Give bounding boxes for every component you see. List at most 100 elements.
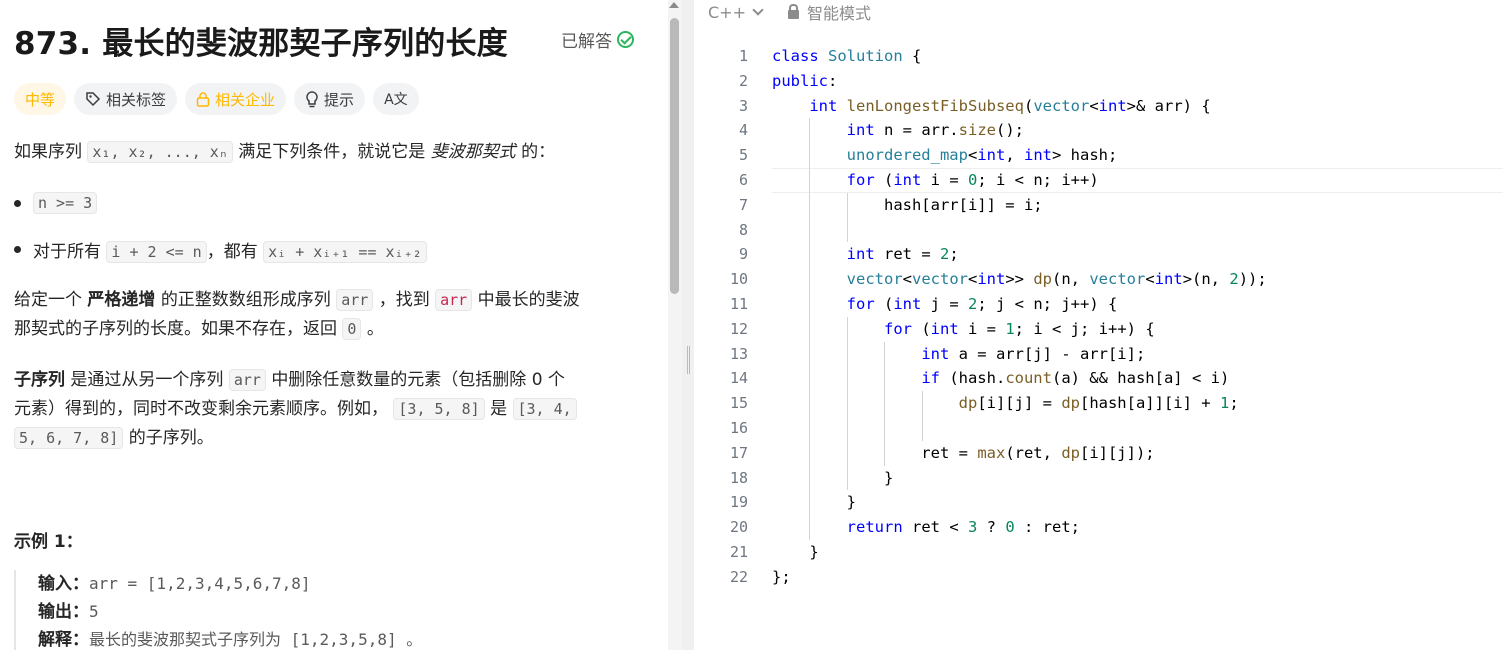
code-text: } [772,468,894,487]
code-line[interactable]: 2 public: [694,69,1503,94]
code-line[interactable]: 15 dp[i][j] = dp[hash[a]][i] + 1; [694,391,1503,416]
output-value: 5 [89,602,99,621]
input-label: 输入： [38,574,89,594]
line-number: 1 [738,47,748,65]
chevron-down-icon [752,3,764,16]
explain-value: 最长的斐波那契式子序列为 [1,2,3,5,8] 。 [89,630,423,649]
line-number: 5 [738,146,748,165]
arr-code: arr [228,369,266,391]
example-block: 输入：arr = [1,2,3,4,5,6,7,8] 输出：5 解释：最长的斐波… [14,570,422,650]
code-line[interactable]: 3 int lenLongestFibSubseq(vector<int>& a… [694,94,1503,119]
line-number: 11 [729,294,748,313]
difficulty-badge[interactable]: 中等 [14,83,67,115]
code-line[interactable]: 4 int n = arr.size(); [694,118,1503,144]
problem-title: 873. 最长的斐波那契子序列的长度 [14,26,508,62]
smart-mode-toggle[interactable]: 智能模式 [787,0,871,24]
code-line[interactable]: 21 } [694,540,1503,565]
code-line[interactable]: 16 [694,415,1503,441]
intro-paragraph: 如果序列 x₁, x₂, ..., xₙ 满足下列条件，就说它是 斐波那契式 的… [14,138,644,167]
example-title: 示例 1： [14,532,83,552]
hint-label: 提示 [324,90,355,109]
bullet-icon [14,246,21,253]
code-text: }; [772,567,791,586]
tag-icon [86,92,101,107]
code-text: unordered_map<int, int> hash; [846,146,1118,165]
lock-icon [787,3,799,19]
task-strong: 严格递增 [87,290,156,310]
code-text: if (hash.count(a) && hash[a] < i) [921,369,1230,388]
code-text: hash[arr[i]] = i; [772,195,1043,214]
line-number: 12 [729,319,748,338]
code-line[interactable]: 6 for (int i = 0; i < n; i++) [694,167,1503,193]
code-line[interactable]: 14 if (hash.count(a) && hash[a] < i) [694,366,1503,392]
code-line[interactable]: 12 for (int i = 1; i < j; i++) { [694,316,1503,342]
task-text-3: ，找到 [378,290,430,310]
language-select[interactable]: C++ [708,3,764,22]
line-number: 15 [729,394,748,413]
indent-guide [846,217,848,243]
indent-guide [809,415,811,441]
intro-term: 斐波那契式 [430,142,516,162]
problem-description-panel: 873. 最长的斐波那契子序列的长度 已解答 中等 相关标签 相关企业 提示 A… [0,0,668,650]
code-line[interactable]: 8 [694,217,1503,243]
sequence-code: x₁, x₂, ..., xₙ [87,141,233,163]
example-seq-code: [3, 4, [512,398,577,420]
code-text: vector<vector<int>> dp(n, vector<int>(n,… [846,270,1267,289]
code-line[interactable]: 9 int ret = 2; [694,242,1503,268]
line-number: 20 [729,518,748,537]
code-text: dp[i][j] = dp[hash[a]][i] + 1; [958,394,1239,413]
subseq-text-2: 中删除任意数量的元素（包括删除 0 个 [271,370,565,390]
line-number: 14 [729,369,748,388]
indent-guide [921,415,923,441]
related-tags-button[interactable]: 相关标签 [74,83,178,115]
translate-button[interactable]: A文 [373,83,419,115]
code-line[interactable]: 18 } [694,465,1503,491]
arr-code: arr [336,289,374,311]
example-output: 输出：5 [38,598,422,626]
code-editor-panel: C++ 智能模式 1 class Solution {2 public: 3 int … [694,0,1503,650]
code-text: public: [772,71,838,90]
panel-splitter[interactable] [682,0,694,650]
task-paragraph: 给定一个 严格递增 的正整数数组形成序列 arr ，找到 arr 中最长的斐波 … [14,286,644,344]
intro-middle: 满足下列条件，就说它是 [238,142,426,162]
indent-guide [846,415,848,441]
code-text: } [772,493,856,512]
condition-code: n >= 3 [33,192,98,214]
example-seq-code-cont: 5, 6, 7, 8] [14,427,124,449]
related-companies-button[interactable]: 相关企业 [185,83,287,115]
difficulty-label: 中等 [25,90,56,109]
drag-handle-icon[interactable] [687,346,690,374]
code-line[interactable]: 20 return ret < 3 ? 0 : ret; [694,515,1503,540]
code-line[interactable]: 22}; [694,565,1503,590]
condition-code-2: xᵢ + xᵢ₊₁ == xᵢ₊₂ [263,241,427,263]
example-input: 输入：arr = [1,2,3,4,5,6,7,8] [38,570,422,598]
code-line[interactable]: 1 class Solution { [694,44,1503,69]
intro-prefix: 如果序列 [14,142,82,162]
condition-code: i + 2 <= n [106,241,207,263]
related-tags-label: 相关标签 [106,90,167,109]
hint-button[interactable]: 提示 [294,83,366,115]
code-text: int a = arr[j] - arr[i]; [921,344,1146,363]
task-text-4: 中最长的斐波 [477,290,580,310]
code-line[interactable]: 7 hash[arr[i]] = i; [694,192,1503,218]
code-line[interactable]: 19 } [694,490,1503,516]
zero-code: 0 [342,318,362,340]
subsequence-paragraph: 子序列 是通过从另一个序列 arr 中删除任意数量的元素（包括删除 0 个 元素… [14,366,644,453]
intro-suffix: 的： [521,142,556,162]
example-subseq-code: [3, 5, 8] [393,398,485,420]
code-line[interactable]: 10 vector<vector<int>> dp(n, vector<int>… [694,267,1503,292]
output-label: 输出： [38,602,89,622]
line-number: 6 [738,170,748,189]
mode-label: 智能模式 [806,4,871,23]
indent-guide [809,217,811,243]
code-line[interactable]: 5 unordered_map<int, int> hash; [694,143,1503,168]
description-scroll-thumb[interactable] [670,18,679,294]
code-editor[interactable]: 1 class Solution {2 public: 3 int lenLonges… [694,44,1503,590]
code-line[interactable]: 17 ret = max(ret, dp[i][j]); [694,440,1503,466]
example-explanation: 解释：最长的斐波那契式子序列为 [1,2,3,5,8] 。 [38,626,422,650]
code-line[interactable]: 11 for (int j = 2; j < n; j++) { [694,291,1503,317]
line-number: 10 [729,270,748,289]
code-text: for (int j = 2; j < n; j++) { [846,294,1118,313]
code-line[interactable]: 13 int a = arr[j] - arr[i]; [694,341,1503,367]
scroll-up-icon[interactable] [669,2,679,8]
